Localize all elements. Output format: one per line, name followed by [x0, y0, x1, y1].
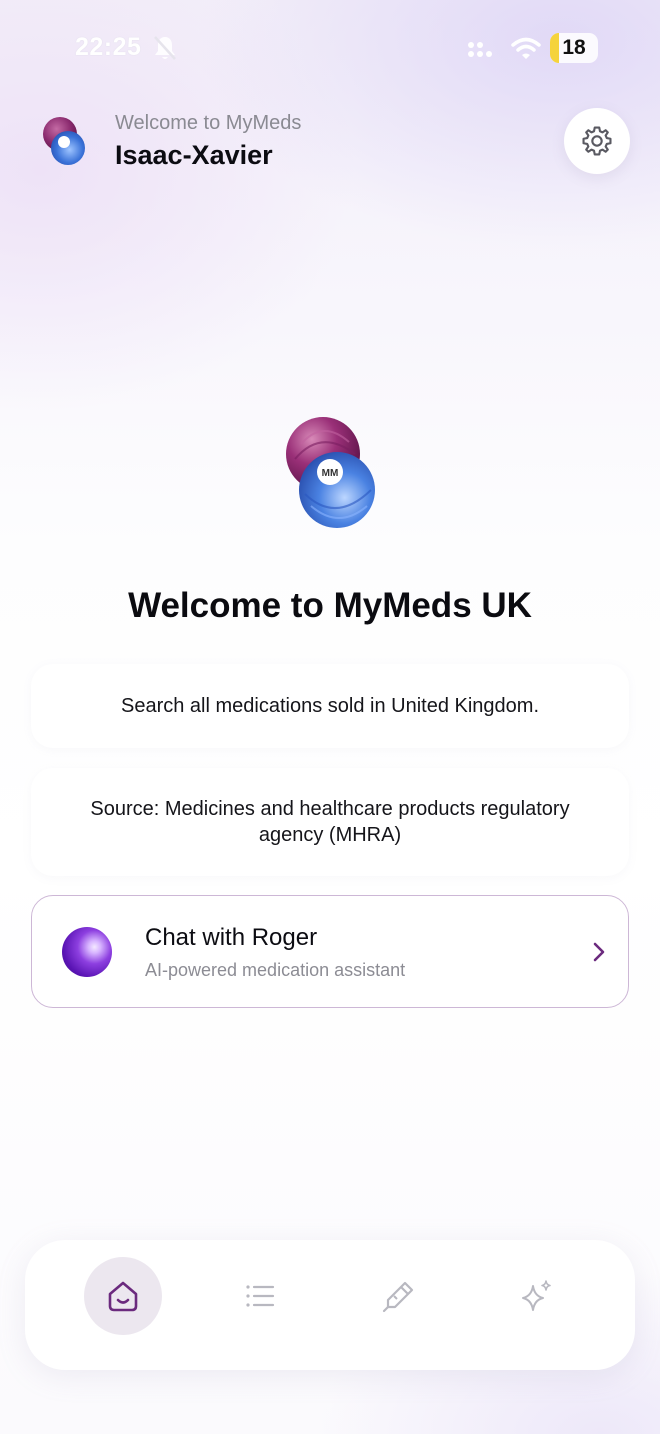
chevron-right-icon	[593, 942, 605, 962]
bell-muted-icon	[154, 36, 176, 60]
search-info-card: Search all medications sold in United Ki…	[31, 664, 629, 748]
chat-subtitle: AI-powered medication assistant	[145, 960, 406, 980]
pen-icon	[382, 1281, 414, 1313]
source-info-card: Source: Medicines and healthcare product…	[31, 768, 629, 876]
bottom-navigation	[25, 1240, 635, 1370]
mymeds-logo: MM	[286, 417, 375, 528]
home-icon	[108, 1281, 138, 1312]
settings-button[interactable]	[564, 108, 630, 174]
nav-home[interactable]	[84, 1257, 162, 1335]
app-logo-icon	[43, 117, 85, 165]
logo-monogram: MM	[322, 468, 339, 479]
status-time: 22:25	[75, 33, 142, 61]
welcome-subtitle: Welcome to MyMeds	[115, 112, 302, 134]
nav-prescriptions[interactable]	[360, 1257, 438, 1335]
nav-list[interactable]	[221, 1257, 299, 1335]
list-icon	[246, 1285, 275, 1307]
nav-ai-assistant[interactable]	[498, 1257, 576, 1335]
battery-level: 18	[562, 36, 586, 59]
user-name: Isaac-Xavier	[115, 140, 273, 170]
search-info-text: Search all medications sold in United Ki…	[121, 695, 539, 717]
gear-icon	[582, 126, 612, 156]
battery-indicator: 18	[550, 33, 598, 63]
chat-with-roger-card[interactable]: Chat with Roger AI-powered medication as…	[31, 895, 629, 1008]
chat-title: Chat with Roger	[145, 924, 318, 951]
signal-icon	[468, 42, 492, 57]
source-info-text: Source: Medicines and healthcare product…	[90, 798, 570, 846]
roger-avatar	[62, 927, 112, 977]
wifi-icon	[511, 37, 541, 59]
sparkle-icon	[522, 1280, 551, 1311]
hero-title: Welcome to MyMeds UK	[128, 586, 532, 625]
